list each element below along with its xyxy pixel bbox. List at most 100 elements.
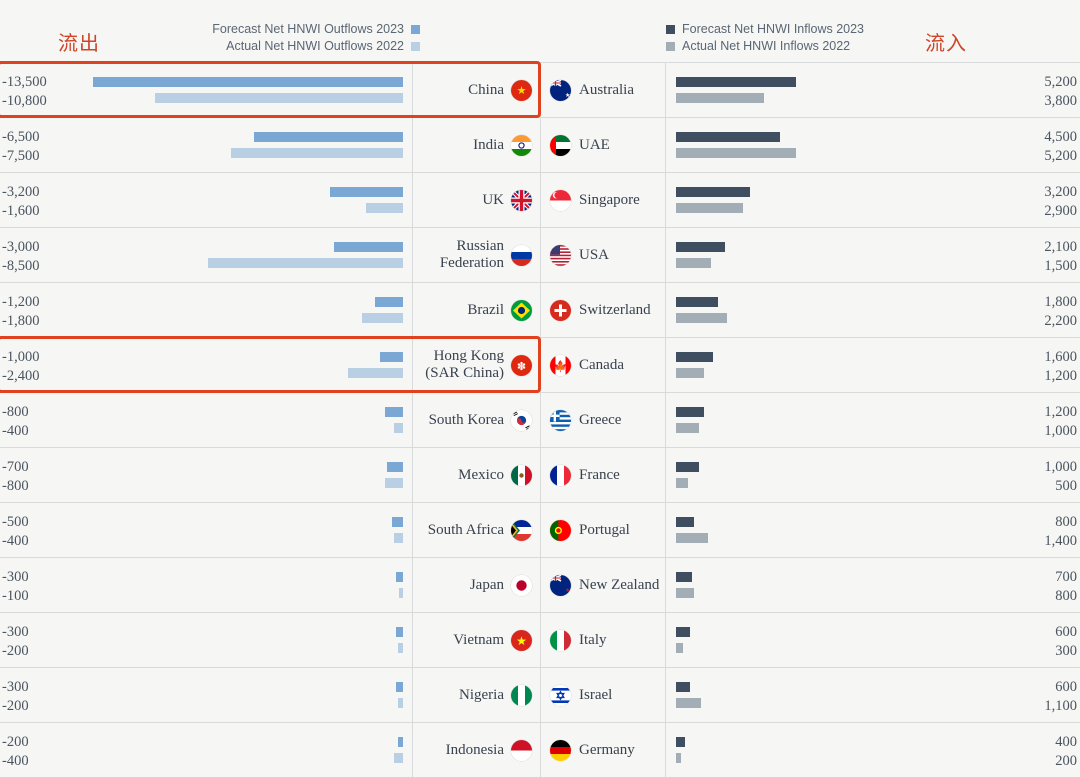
legend-label: Forecast Net HNWI Outflows 2023 xyxy=(212,22,404,36)
outflow-country-cell[interactable]: Vietnam ★ xyxy=(413,613,541,667)
table-row[interactable]: -300 -200 Vietnam ★ Italy 600 300 xyxy=(0,613,1080,668)
outflow-values: -200 -400 xyxy=(2,732,29,770)
legend-swatch-icon xyxy=(666,25,675,34)
inflow-country-cell[interactable]: Germany xyxy=(541,723,666,777)
inflow-bars-cell: 600 1,100 xyxy=(666,668,1080,722)
inflow-country-cell[interactable]: Singapore xyxy=(541,173,666,227)
legend-item[interactable]: Actual Net HNWI Inflows 2022 xyxy=(666,38,1080,55)
outflow-country-cell[interactable]: China ★ xyxy=(413,63,541,117)
inflow-country-cell[interactable]: Switzerland xyxy=(541,283,666,337)
outflow-bar-group xyxy=(93,627,403,653)
outflow-values: -800 -400 xyxy=(2,402,29,440)
inflow-country-cell[interactable]: UAE xyxy=(541,118,666,172)
outflow-forecast-bar xyxy=(253,132,403,142)
outflow-country-cell[interactable]: Mexico xyxy=(413,448,541,502)
outflow-country-cell[interactable]: South Korea xyxy=(413,393,541,447)
outflow-country-cell[interactable]: Hong Kong (SAR China) ✽ xyxy=(413,338,541,392)
svg-text:★: ★ xyxy=(517,85,527,97)
inflow-actual-value: 300 xyxy=(1055,643,1077,659)
flag-us-icon xyxy=(550,244,571,266)
inflow-country-label: Canada xyxy=(579,356,624,373)
inflow-country-cell[interactable]: Israel xyxy=(541,668,666,722)
outflow-country-cell[interactable]: Russian Federation xyxy=(413,228,541,282)
inflow-actual-bar xyxy=(676,93,764,103)
outflow-country-cell[interactable]: Nigeria xyxy=(413,668,541,722)
svg-text:🍁: 🍁 xyxy=(554,360,568,373)
outflow-country-cell[interactable]: UK xyxy=(413,173,541,227)
outflow-bar-group xyxy=(93,737,403,763)
table-row[interactable]: -6,500 -7,500 India UAE 4,500 5,200 xyxy=(0,118,1080,173)
outflow-actual-value: -200 xyxy=(2,643,29,659)
outflow-bars-cell: -3,200 -1,600 xyxy=(0,173,413,227)
inflow-country-cell[interactable]: Italy xyxy=(541,613,666,667)
table-row[interactable]: -500 -400 South Africa Portugal 800 1,400 xyxy=(0,503,1080,558)
table-row[interactable]: -1,200 -1,800 Brazil Switzerland 1,800 2,200 xyxy=(0,283,1080,338)
outflow-country-cell[interactable]: India xyxy=(413,118,541,172)
inflow-country-label: UAE xyxy=(579,136,610,153)
outflow-actual-value: -400 xyxy=(2,423,29,439)
legend-item[interactable]: Forecast Net HNWI Outflows 2023 xyxy=(0,21,420,38)
flag-vn-icon: ★ xyxy=(511,629,532,651)
inflow-actual-value: 2,900 xyxy=(1044,203,1077,219)
outflow-bar-group xyxy=(93,187,403,213)
inflow-country-label: Israel xyxy=(579,686,613,703)
inflow-country-cell[interactable]: USA xyxy=(541,228,666,282)
outflow-values: -1,000 -2,400 xyxy=(2,347,39,385)
outflow-bars-cell: -300 -200 xyxy=(0,613,413,667)
flag-sg-icon xyxy=(550,189,571,211)
inflow-country-cell[interactable]: ★ New Zealand xyxy=(541,558,666,612)
inflow-values: 1,800 2,200 xyxy=(1044,292,1077,330)
inflow-country-cell[interactable]: France xyxy=(541,448,666,502)
flag-ch-icon xyxy=(550,299,571,321)
outflow-actual-bar xyxy=(361,313,403,323)
table-row[interactable]: -800 -400 South Korea Greece 1,200 1,000 xyxy=(0,393,1080,448)
inflow-bar-group xyxy=(676,407,988,433)
outflow-country-cell[interactable]: South Africa xyxy=(413,503,541,557)
legend-item[interactable]: Actual Net HNWI Outflows 2022 xyxy=(0,38,420,55)
table-row[interactable]: -1,000 -2,400 Hong Kong (SAR China) ✽ 🍁 Canada… xyxy=(0,338,1080,393)
outflow-bar-group xyxy=(93,297,403,323)
inflow-country-cell[interactable]: Greece xyxy=(541,393,666,447)
inflow-bars-cell: 1,800 2,200 xyxy=(666,283,1080,337)
inflow-values: 1,000 500 xyxy=(1044,457,1077,495)
table-row[interactable]: -300 -100 Japan ★ New Zealand 700 800 xyxy=(0,558,1080,613)
outflow-country-cell[interactable]: Brazil xyxy=(413,283,541,337)
outflow-forecast-bar xyxy=(398,737,403,747)
flag-mx-icon xyxy=(511,464,532,486)
inflow-country-cell[interactable]: ★ Australia xyxy=(541,63,666,117)
outflow-forecast-value: -3,200 xyxy=(2,184,40,200)
inflow-forecast-bar xyxy=(676,352,713,362)
table-row[interactable]: -700 -800 Mexico France 1,000 500 xyxy=(0,448,1080,503)
inflow-bar-group xyxy=(676,132,988,158)
table-row[interactable]: -13,500 -10,800 China ★ ★ Australia 5,200 3,800 xyxy=(0,63,1080,118)
inflow-country-cell[interactable]: Portugal xyxy=(541,503,666,557)
table-row[interactable]: -200 -400 Indonesia Germany 400 200 xyxy=(0,723,1080,777)
outflow-bars-cell: -800 -400 xyxy=(0,393,413,447)
outflow-bars-cell: -6,500 -7,500 xyxy=(0,118,413,172)
outflow-forecast-bar xyxy=(334,242,403,252)
inflow-actual-bar xyxy=(676,643,683,653)
inflow-bars-cell: 700 800 xyxy=(666,558,1080,612)
inflow-forecast-value: 700 xyxy=(1055,569,1077,585)
inflow-actual-value: 500 xyxy=(1055,478,1077,494)
legend-item[interactable]: Forecast Net HNWI Inflows 2023 xyxy=(666,21,1080,38)
legend-swatch-icon xyxy=(666,42,675,51)
inflow-actual-bar xyxy=(676,478,688,488)
inflow-actual-bar xyxy=(676,148,797,158)
inflow-forecast-value: 5,200 xyxy=(1044,74,1077,90)
legend-label: Actual Net HNWI Inflows 2022 xyxy=(682,39,851,53)
inflow-forecast-value: 1,000 xyxy=(1044,459,1077,475)
flag-hk-icon: ✽ xyxy=(511,354,532,376)
table-row[interactable]: -3,000 -8,500 Russian Federation USA 2,100 1,… xyxy=(0,228,1080,283)
inflow-actual-value: 2,200 xyxy=(1044,313,1077,329)
table-row[interactable]: -3,200 -1,600 UK Singapore 3,200 2,900 xyxy=(0,173,1080,228)
outflow-actual-bar xyxy=(398,698,403,708)
outflow-actual-value: -100 xyxy=(2,588,29,604)
inflow-forecast-bar xyxy=(676,297,718,307)
inflow-values: 800 1,400 xyxy=(1044,512,1077,550)
outflow-country-cell[interactable]: Indonesia xyxy=(413,723,541,777)
inflow-country-cell[interactable]: 🍁 Canada xyxy=(541,338,666,392)
table-row[interactable]: -300 -200 Nigeria Israel 600 1,100 xyxy=(0,668,1080,723)
inflow-values: 5,200 3,800 xyxy=(1044,72,1077,110)
outflow-country-cell[interactable]: Japan xyxy=(413,558,541,612)
